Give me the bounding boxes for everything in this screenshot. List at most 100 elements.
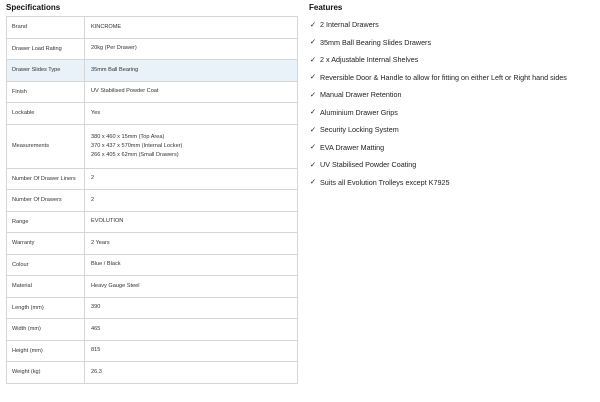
spec-value-line: 2 Years <box>91 239 110 246</box>
feature-text: Manual Drawer Retention <box>320 90 402 100</box>
spec-row-brand: Brand KINCROME <box>7 17 297 39</box>
list-item: ✓ EVA Drawer Matting <box>309 139 599 157</box>
spec-label: Warranty <box>7 233 85 254</box>
spec-row-material: Material Heavy Gauge Steel <box>7 276 297 298</box>
spec-value-line: 2 <box>91 175 95 182</box>
spec-label: Measurements <box>7 124 85 168</box>
spec-label: Length (mm) <box>7 297 85 318</box>
spec-row-finish: Finish UV Stabilised Powder Coat <box>7 81 297 103</box>
spec-label: Height (mm) <box>7 340 85 361</box>
spec-value-line: EVOLUTION <box>91 218 124 225</box>
feature-text: Reversible Door & Handle to allow for fi… <box>320 72 567 82</box>
spec-value-line: 35mm Ball Bearing <box>91 66 139 73</box>
spec-row-width: Width (mm) 465 <box>7 319 297 341</box>
spec-value: 2 <box>85 169 297 190</box>
list-item: ✓ 2 x Adjustable Internal Shelves <box>309 51 599 69</box>
spec-value-line: 266 x 405 x 62mm (Small Drawers) <box>91 151 179 158</box>
check-icon: ✓ <box>309 177 317 187</box>
spec-value: KINCROME <box>85 17 297 38</box>
check-icon: ✓ <box>309 107 317 117</box>
check-icon: ✓ <box>309 142 317 152</box>
spec-value: 2 <box>85 190 297 211</box>
spec-label: Finish <box>7 81 85 102</box>
list-item: ✓ 35mm Ball Bearing Slides Drawers <box>309 34 599 52</box>
spec-label: Drawer Load Rating <box>7 38 85 59</box>
spec-value: EVOLUTION <box>85 212 297 233</box>
spec-row-warranty: Warranty 2 Years <box>7 233 297 255</box>
list-item: ✓ Suits all Evolution Trolleys except K79… <box>309 174 599 192</box>
spec-value-line: 2 <box>91 196 95 203</box>
spec-row-number-of-drawer-liners: Number Of Drawer Liners 2 <box>7 168 297 190</box>
list-item: ✓ Manual Drawer Retention <box>309 86 599 104</box>
check-icon: ✓ <box>309 19 317 29</box>
spec-value: Blue / Black <box>85 255 297 276</box>
feature-text: UV Stabilised Powder Coating <box>320 160 417 170</box>
spec-value: 380 x 460 x 15mm (Top Area) 370 x 437 x … <box>85 125 297 168</box>
spec-value-line: 380 x 460 x 15mm (Top Area) <box>91 133 165 140</box>
spec-row-drawer-load-rating: Drawer Load Rating 20kg (Per Drawer) <box>7 38 297 60</box>
feature-text: 2 Internal Drawers <box>320 20 379 30</box>
spec-value: 390 <box>85 298 297 319</box>
spec-value: 465 <box>85 319 297 340</box>
list-item: ✓ Reversible Door & Handle to allow for f… <box>309 69 599 87</box>
spec-value-line: Blue / Black <box>91 261 121 268</box>
spec-row-height: Height (mm) 815 <box>7 340 297 362</box>
spec-value: 2 Years <box>85 233 297 254</box>
check-icon: ✓ <box>309 37 317 47</box>
specifications-title: Specifications <box>6 3 61 12</box>
spec-value: 815 <box>85 341 297 362</box>
spec-value: Yes <box>85 103 297 124</box>
spec-value-line: 26.3 <box>91 368 102 375</box>
spec-value-line: Yes <box>91 109 101 116</box>
spec-row-range: Range EVOLUTION <box>7 211 297 233</box>
feature-text: EVA Drawer Matting <box>320 142 385 152</box>
list-item: ✓ Aluminium Drawer Grips <box>309 104 599 122</box>
spec-value-line: 815 <box>91 347 101 354</box>
list-item: ✓ 2 Internal Drawers <box>309 16 599 34</box>
spec-value-line: 20kg (Per Drawer) <box>91 45 137 52</box>
features-section: Features ✓ 2 Internal Drawers ✓ 35mm Ball … <box>309 2 599 191</box>
spec-label: Material <box>7 276 85 297</box>
spec-label: Colour <box>7 254 85 275</box>
feature-text: 35mm Ball Bearing Slides Drawers <box>320 37 432 47</box>
spec-label: Width (mm) <box>7 319 85 340</box>
list-item: ✓ Security Locking System <box>309 121 599 139</box>
spec-label: Range <box>7 211 85 232</box>
spec-label: Number Of Drawers <box>7 190 85 211</box>
spec-label: Number Of Drawer Liners <box>7 168 85 189</box>
spec-row-colour: Colour Blue / Black <box>7 254 297 276</box>
spec-label: Brand <box>7 17 85 38</box>
spec-value-line: 465 <box>91 325 101 332</box>
check-icon: ✓ <box>309 89 317 99</box>
spec-row-drawer-slides-type: Drawer Slides Type 35mm Ball Bearing <box>7 60 297 82</box>
spec-row-measurements: Measurements 380 x 460 x 15mm (Top Area)… <box>7 124 297 169</box>
spec-row-lockable: Lockable Yes <box>7 103 297 125</box>
check-icon: ✓ <box>309 124 317 134</box>
spec-value: UV Stabilised Powder Coat <box>85 82 297 103</box>
spec-row-weight: Weight (kg) 26.3 <box>7 362 297 384</box>
features-list: ✓ 2 Internal Drawers ✓ 35mm Ball Bearing S… <box>309 16 599 191</box>
spec-value-line: Heavy Gauge Steel <box>91 282 140 289</box>
feature-text: Suits all Evolution Trolleys except K792… <box>320 177 450 187</box>
spec-label: Drawer Slides Type <box>7 60 85 81</box>
spec-value-line: KINCROME <box>91 23 122 30</box>
spec-value: 26.3 <box>85 362 297 383</box>
spec-label: Weight (kg) <box>7 362 85 383</box>
spec-row-length: Length (mm) 390 <box>7 297 297 319</box>
spec-value-line: 390 <box>91 304 101 311</box>
spec-value-line: 370 x 437 x 570mm (Internal Locker) <box>91 142 183 149</box>
spec-value: 20kg (Per Drawer) <box>85 39 297 60</box>
specifications-table: Brand KINCROME Drawer Load Rating 20kg (… <box>6 16 298 384</box>
spec-value: 35mm Ball Bearing <box>85 60 297 81</box>
spec-value: Heavy Gauge Steel <box>85 276 297 297</box>
specifications-section: Specifications Brand KINCROME Drawer Loa… <box>6 2 298 384</box>
spec-row-number-of-drawers: Number Of Drawers 2 <box>7 190 297 212</box>
check-icon: ✓ <box>309 54 317 64</box>
feature-text: Aluminium Drawer Grips <box>320 107 398 117</box>
features-title: Features <box>309 3 343 12</box>
list-item: ✓ UV Stabilised Powder Coating <box>309 156 599 174</box>
check-icon: ✓ <box>309 159 317 169</box>
feature-text: Security Locking System <box>320 125 399 135</box>
feature-text: 2 x Adjustable Internal Shelves <box>320 55 419 65</box>
spec-label: Lockable <box>7 103 85 124</box>
